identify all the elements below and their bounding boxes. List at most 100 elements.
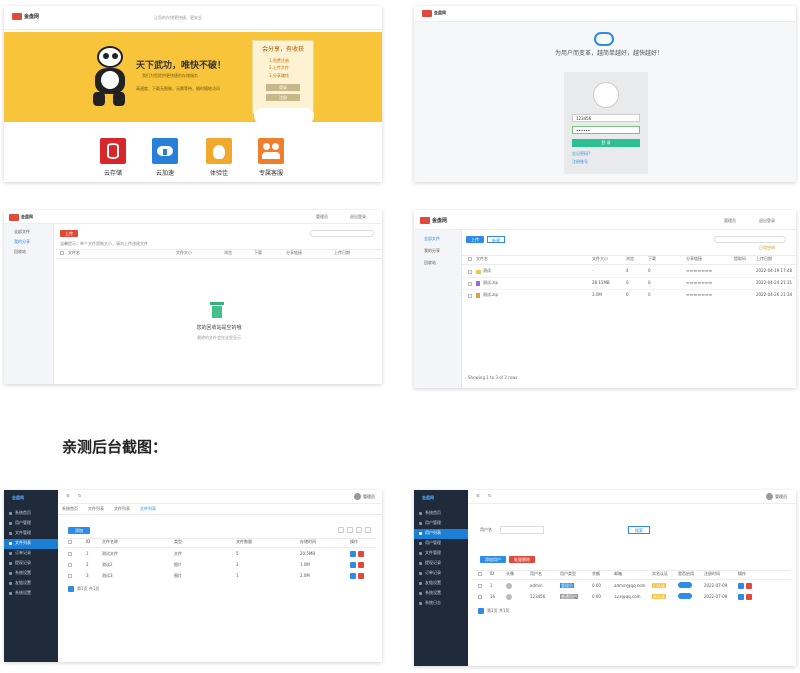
app-logo[interactable]: 金盘网 <box>9 214 33 221</box>
cell-enabled[interactable] <box>678 582 704 590</box>
logout-link[interactable]: 退出登录 <box>759 218 775 224</box>
menu-item[interactable]: 友链设置 <box>414 579 468 589</box>
menu-toggle-icon[interactable]: ☰ <box>476 493 480 499</box>
edit-icon[interactable] <box>350 562 356 568</box>
nav-item-all-files[interactable]: 全部文件 <box>4 224 53 235</box>
delete-icon[interactable] <box>746 583 752 589</box>
enabled-toggle[interactable] <box>678 593 692 600</box>
nav-item-all-files[interactable]: 全部文件 <box>414 230 461 242</box>
export-icon[interactable] <box>356 527 362 533</box>
feature-item[interactable]: 专属客服 <box>254 138 288 178</box>
register-button[interactable]: 注册 <box>266 93 300 101</box>
menu-item[interactable]: 订单记录 <box>414 569 468 579</box>
username-input[interactable]: 123456 <box>572 114 640 122</box>
table-row[interactable]: 1 admin 管理员 0.00 admin@qq.com 已认证 2022-0… <box>478 582 792 590</box>
logout-link[interactable]: 退出登录 <box>350 214 366 220</box>
row-checkbox[interactable] <box>68 552 72 556</box>
admin-user[interactable]: 管理员 <box>363 494 375 500</box>
row-checkbox[interactable] <box>68 574 72 578</box>
delete-icon[interactable] <box>358 551 364 557</box>
menu-item-active[interactable]: 文件列表 <box>4 538 58 549</box>
columns-icon[interactable] <box>347 527 353 533</box>
nav-item-share[interactable]: 我的分享 <box>4 235 53 245</box>
menu-item[interactable]: 系统首页 <box>414 509 468 519</box>
app-logo[interactable]: 金盘网 <box>420 217 447 224</box>
edit-icon[interactable] <box>350 551 356 557</box>
login-logo[interactable]: 金盘网 <box>422 10 446 17</box>
menu-item[interactable]: 系统日志 <box>414 599 468 609</box>
add-user-button[interactable]: 添加用户 <box>480 556 506 563</box>
menu-item[interactable]: 系统设置 <box>4 589 58 599</box>
share-link[interactable]: ▬▬▬▬▬▬▬ <box>686 292 756 298</box>
menu-item[interactable]: 提现记录 <box>4 559 58 569</box>
menu-item[interactable]: 用户管理 <box>414 539 468 549</box>
password-input[interactable]: •••••• <box>572 126 640 134</box>
menu-item-active[interactable]: 用户列表 <box>414 528 468 539</box>
table-row[interactable]: 3 测试3 图片 1 2.0M <box>68 572 378 580</box>
row-checkbox[interactable] <box>468 281 472 286</box>
feature-item[interactable]: 云加速 <box>150 138 180 178</box>
tab[interactable]: 系统首页 <box>62 506 78 512</box>
new-folder-button[interactable]: 新建 <box>487 236 505 243</box>
upload-button[interactable]: 上传 <box>466 236 484 243</box>
file-name[interactable]: 测试.zip <box>483 280 592 286</box>
refresh-table-icon[interactable] <box>338 527 344 533</box>
table-row[interactable]: 16 123456 普通用户 0.00 123@qq.com 未认证 2022-… <box>478 593 792 601</box>
edit-icon[interactable] <box>738 583 744 589</box>
menu-item[interactable]: 文件管理 <box>414 549 468 559</box>
menu-item[interactable]: 文件管理 <box>4 529 58 539</box>
menu-toggle-icon[interactable]: ☰ <box>66 493 70 499</box>
table-row[interactable]: 测试 - 4 0 ▬▬▬▬▬▬▬ 2022-04-19 17:48 <box>468 267 794 276</box>
add-button[interactable]: 添加 <box>68 527 90 534</box>
select-all-checkbox[interactable] <box>68 540 72 545</box>
menu-item[interactable]: 订单记录 <box>4 549 58 559</box>
tab-active[interactable]: 文件列表 <box>140 506 156 512</box>
page-1-button[interactable] <box>478 608 484 614</box>
nav-item-recycle[interactable]: 回收站 <box>4 245 53 255</box>
menu-item[interactable]: 用户管理 <box>414 519 468 529</box>
tab[interactable]: 文件列表 <box>114 506 130 512</box>
share-link[interactable]: ▬▬▬▬▬▬▬ <box>686 268 756 274</box>
menu-item[interactable]: 系统首页 <box>4 509 58 519</box>
refresh-icon[interactable]: ↻ <box>488 493 491 499</box>
nav-item-recycle[interactable]: 回收站 <box>414 254 461 266</box>
menu-item[interactable]: 系统设置 <box>414 589 468 599</box>
menu-item[interactable]: 用户管理 <box>4 519 58 529</box>
delete-icon[interactable] <box>746 594 752 600</box>
delete-icon[interactable] <box>358 573 364 579</box>
edit-icon[interactable] <box>350 573 356 579</box>
table-row[interactable]: 测试.zip 3.0M 0 0 ▬▬▬▬▬▬▬ 2022-04-26 21:34 <box>468 291 794 300</box>
menu-item[interactable]: 友链设置 <box>4 579 58 589</box>
nav-item-share[interactable]: 我的分享 <box>414 242 461 254</box>
admin-user[interactable]: 管理员 <box>775 494 787 500</box>
enabled-toggle[interactable] <box>678 582 692 589</box>
feature-item[interactable]: 云存储 <box>98 138 128 178</box>
print-icon[interactable] <box>365 527 371 533</box>
search-input[interactable] <box>310 230 374 237</box>
share-link[interactable]: ▬▬▬▬▬▬▬ <box>686 280 756 286</box>
search-input[interactable] <box>500 526 544 534</box>
login-button[interactable]: 登录 <box>266 83 300 91</box>
row-checkbox[interactable] <box>468 269 472 274</box>
refresh-icon[interactable]: ↻ <box>78 493 81 499</box>
file-name[interactable]: 测试.zip <box>483 292 592 298</box>
tab[interactable]: 文件列表 <box>88 506 104 512</box>
forgot-password-link[interactable]: 忘记密码? <box>572 151 640 157</box>
page-1-button[interactable] <box>68 586 74 592</box>
row-checkbox[interactable] <box>478 584 482 588</box>
search-input[interactable] <box>714 236 786 243</box>
register-link[interactable]: 注册账号 <box>572 159 640 165</box>
row-checkbox[interactable] <box>68 563 72 567</box>
avatar[interactable] <box>354 493 361 500</box>
avatar[interactable] <box>766 493 773 500</box>
home-logo[interactable]: 金盘网 <box>12 13 39 20</box>
login-submit-button[interactable]: 登 录 <box>572 139 640 147</box>
user-label[interactable]: 管理员 <box>724 218 736 224</box>
cell-enabled[interactable] <box>678 593 704 601</box>
table-row[interactable]: 测试.zip 28.15MB 0 0 ▬▬▬▬▬▬▬ 2022-04-24 21… <box>468 279 794 288</box>
feature-item[interactable]: 体验佳 <box>204 138 234 178</box>
select-all-checkbox[interactable] <box>60 251 64 256</box>
select-all-checkbox[interactable] <box>478 572 482 577</box>
batch-delete-button[interactable]: 批量删除 <box>509 556 535 563</box>
search-button[interactable]: 搜索 <box>628 526 650 534</box>
